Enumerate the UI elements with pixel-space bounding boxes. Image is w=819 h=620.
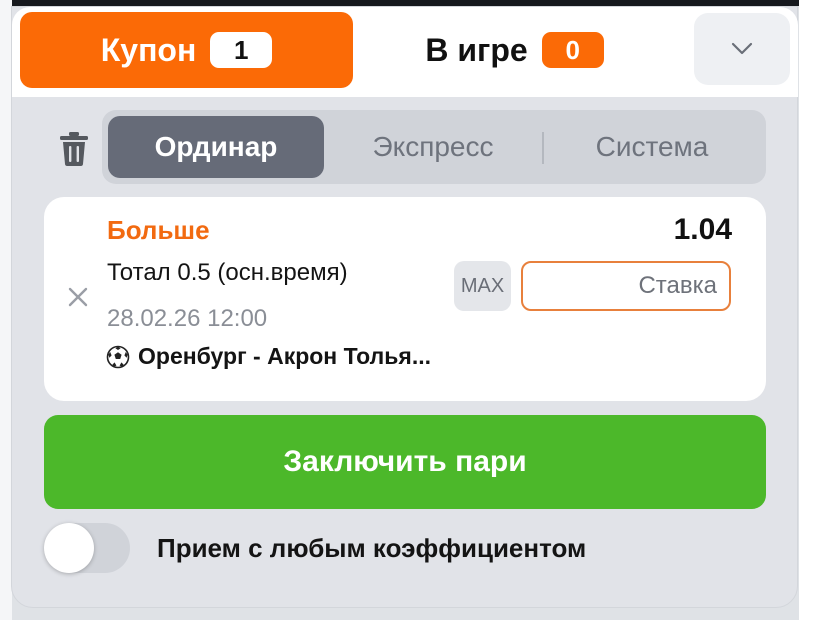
bet-slip-header: Купон 1 В игре 0	[12, 7, 798, 97]
bet-card: Больше 1.04 Тотал 0.5 (осн.время) 28.02.…	[44, 197, 766, 401]
close-icon	[68, 287, 88, 307]
stage: Купон 1 В игре 0 Ординар Экспресс Систем…	[0, 0, 819, 620]
toggle-knob	[44, 523, 94, 573]
right-edge	[799, 0, 819, 620]
tab-coupon[interactable]: Купон 1	[20, 12, 353, 88]
coupon-count-badge: 1	[210, 32, 273, 68]
clear-coupon-button[interactable]	[57, 129, 91, 169]
chevron-down-icon	[731, 42, 753, 55]
event-date: 28.02.26 12:00	[107, 305, 268, 332]
trash-icon	[60, 132, 88, 166]
accept-any-odds-toggle[interactable]	[44, 523, 130, 573]
in-game-count-badge: 0	[541, 32, 604, 68]
tab-express[interactable]: Экспресс	[324, 116, 542, 178]
tab-coupon-label: Купон	[100, 31, 197, 68]
tab-single[interactable]: Ординар	[108, 116, 324, 178]
accept-any-odds-label: Прием с любым коэффициентом	[157, 533, 587, 563]
bet-type-switch: Ординар Экспресс Система	[102, 110, 766, 184]
event-name-row: Оренбург - Акрон Толья...	[106, 343, 431, 370]
event-name: Оренбург - Акрон Толья...	[138, 343, 432, 369]
collapse-button[interactable]	[694, 13, 790, 85]
tab-in-game-label: В игре	[425, 31, 528, 68]
remove-bet-button[interactable]	[66, 285, 90, 309]
place-bet-button[interactable]: Заключить пари	[44, 415, 766, 509]
max-stake-button[interactable]: MAX	[454, 261, 511, 311]
bet-market: Тотал 0.5 (осн.время)	[107, 259, 348, 286]
bet-odds: 1.04	[673, 213, 732, 246]
bet-outcome: Больше	[107, 215, 210, 245]
bet-slip-panel: Купон 1 В игре 0 Ординар Экспресс Систем…	[11, 6, 798, 608]
stake-input[interactable]	[521, 261, 731, 311]
tab-in-game[interactable]: В игре 0	[352, 12, 677, 88]
soccer-ball-icon	[106, 345, 130, 368]
tab-system[interactable]: Система	[544, 116, 760, 178]
